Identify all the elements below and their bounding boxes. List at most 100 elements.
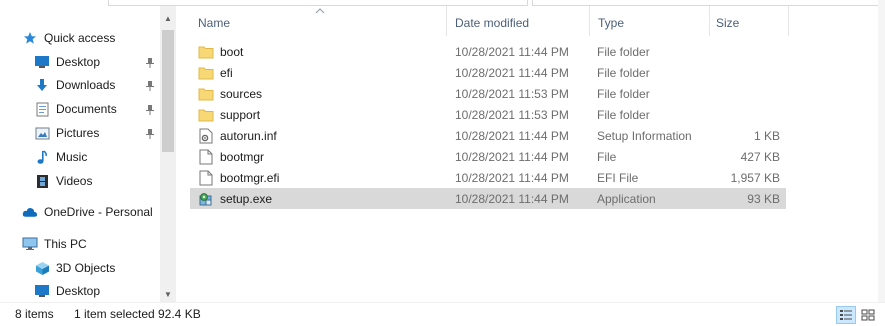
navigation-pane: Quick access Desktop Downloads Documents…: [0, 6, 160, 302]
file-name: efi: [220, 65, 233, 80]
star-icon: [22, 30, 38, 46]
nav-item-desktop-pc[interactable]: Desktop: [34, 281, 100, 301]
navigation-scrollbar[interactable]: ▲ ▼: [160, 6, 176, 302]
cube-icon: [34, 260, 50, 276]
nav-item-this-pc[interactable]: This PC: [22, 234, 87, 254]
file-date: 10/28/2021 11:44 PM: [455, 128, 569, 143]
file-row[interactable]: efi 10/28/2021 11:44 PM File folder: [190, 62, 786, 83]
scroll-up-arrow-icon[interactable]: ▲: [160, 10, 176, 26]
file-type: File folder: [597, 107, 650, 122]
pin-icon: [146, 105, 154, 115]
settings-file-icon: [198, 128, 214, 144]
file-type: Application: [597, 191, 656, 206]
file-type: EFI File: [597, 170, 639, 185]
file-size: 1 KB: [753, 128, 780, 143]
column-header-date-modified[interactable]: Date modified: [455, 6, 529, 40]
details-view-icon: [840, 310, 852, 320]
file-name: support: [220, 107, 261, 122]
nav-item-documents[interactable]: Documents: [34, 99, 117, 119]
file-row[interactable]: autorun.inf 10/28/2021 11:44 PM Setup In…: [190, 125, 786, 146]
file-row[interactable]: bootmgr 10/28/2021 11:44 PM File 427 KB: [190, 146, 786, 167]
pin-icon: [146, 129, 154, 139]
file-row[interactable]: sources 10/28/2021 11:53 PM File folder: [190, 83, 786, 104]
music-note-icon: [34, 149, 50, 165]
column-header-type[interactable]: Type: [598, 6, 624, 40]
folder-icon: [198, 44, 214, 60]
details-view-button[interactable]: [836, 306, 856, 324]
sort-ascending-icon: [315, 8, 325, 14]
documents-icon: [34, 101, 50, 117]
file-row[interactable]: support 10/28/2021 11:53 PM File folder: [190, 104, 786, 125]
file-date: 10/28/2021 11:53 PM: [455, 107, 569, 122]
nav-item-downloads[interactable]: Downloads: [34, 75, 115, 95]
nav-label: Documents: [56, 102, 117, 116]
file-icon: [198, 170, 214, 186]
computer-icon: [22, 236, 38, 252]
nav-item-pictures[interactable]: Pictures: [34, 123, 99, 143]
pin-icon: [146, 58, 154, 68]
file-row[interactable]: bootmgr.efi 10/28/2021 11:44 PM EFI File…: [190, 167, 786, 188]
status-selection-size: 92.4 KB: [158, 307, 201, 321]
nav-label: Music: [56, 150, 88, 164]
file-name: bootmgr: [220, 149, 265, 164]
file-icon: [198, 149, 214, 165]
file-name: setup.exe: [220, 191, 273, 206]
folder-icon: [198, 65, 214, 81]
nav-label: Desktop: [56, 55, 101, 69]
file-type: File: [597, 149, 617, 164]
nav-label: 3D Objects: [56, 261, 116, 275]
column-divider[interactable]: [446, 6, 447, 36]
file-size: 1,957 KB: [730, 170, 780, 185]
pin-icon: [146, 81, 154, 91]
large-icons-view-icon: [861, 309, 875, 321]
nav-item-3d-objects[interactable]: 3D Objects: [34, 258, 115, 278]
scroll-down-arrow-icon[interactable]: ▼: [160, 286, 176, 302]
file-date: 10/28/2021 11:44 PM: [455, 65, 569, 80]
nav-item-music[interactable]: Music: [34, 147, 87, 167]
column-divider[interactable]: [589, 6, 590, 36]
file-name: boot: [220, 44, 244, 59]
folder-icon: [198, 107, 214, 123]
file-row[interactable]: boot 10/28/2021 11:44 PM File folder: [190, 41, 786, 62]
file-date: 10/28/2021 11:44 PM: [455, 44, 569, 59]
file-size: 427 KB: [740, 149, 780, 164]
desktop-icon: [34, 283, 50, 299]
nav-item-desktop[interactable]: Desktop: [34, 52, 100, 72]
folder-icon: [198, 86, 214, 102]
file-size: 93 KB: [747, 191, 780, 206]
setup-app-icon: [198, 191, 214, 207]
status-bar: 8 items 1 item selected 92.4 KB: [0, 302, 885, 326]
file-row-selected[interactable]: setup.exe 10/28/2021 11:44 PM Applicatio…: [190, 188, 786, 209]
file-type: File folder: [597, 44, 650, 59]
search-box[interactable]: [532, 0, 880, 6]
file-date: 10/28/2021 11:53 PM: [455, 86, 569, 101]
file-date: 10/28/2021 11:44 PM: [455, 170, 569, 185]
download-arrow-icon: [34, 77, 50, 93]
scrollbar-thumb[interactable]: [162, 30, 174, 152]
column-divider[interactable]: [709, 6, 710, 36]
nav-label: Pictures: [56, 126, 100, 140]
nav-item-onedrive[interactable]: OneDrive - Personal: [22, 202, 153, 222]
cloud-icon: [22, 204, 38, 220]
file-date: 10/28/2021 11:44 PM: [455, 191, 569, 206]
file-type: File folder: [597, 65, 650, 80]
nav-item-videos[interactable]: Videos: [34, 171, 92, 191]
status-selection: 1 item selected: [74, 307, 155, 321]
column-header-name[interactable]: Name: [198, 6, 230, 40]
desktop-icon: [34, 54, 50, 70]
right-edge: [878, 0, 885, 302]
nav-label: Videos: [56, 174, 93, 188]
file-type: Setup Information: [597, 128, 692, 143]
column-header-size[interactable]: Size: [716, 6, 739, 40]
nav-label: OneDrive - Personal: [44, 205, 153, 219]
file-date: 10/28/2021 11:44 PM: [455, 149, 569, 164]
status-item-count: 8 items: [15, 307, 54, 321]
file-name: sources: [220, 86, 263, 101]
column-divider[interactable]: [788, 6, 789, 36]
nav-item-quick-access[interactable]: Quick access: [22, 28, 115, 48]
pictures-icon: [34, 125, 50, 141]
nav-label: Downloads: [56, 78, 116, 92]
large-icons-view-button[interactable]: [858, 306, 878, 324]
file-name: bootmgr.efi: [220, 170, 280, 185]
nav-label: Desktop: [56, 284, 101, 298]
